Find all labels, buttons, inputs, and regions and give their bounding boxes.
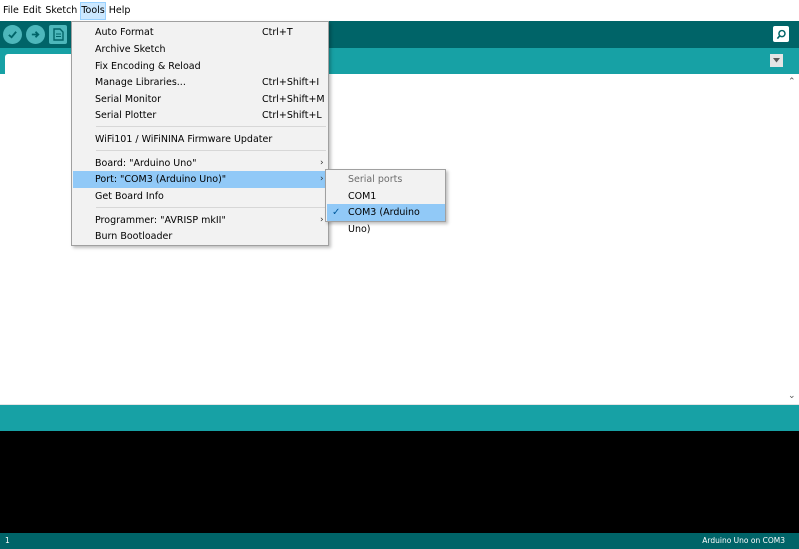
- menu-item-auto-format[interactable]: Auto Format Ctrl+T: [73, 24, 327, 41]
- menu-item-port[interactable]: Port: "COM3 (Arduino Uno)" ›: [73, 171, 327, 188]
- menu-item-label: Fix Encoding & Reload: [95, 61, 201, 72]
- submenu-item-label: COM1: [348, 191, 377, 202]
- menu-item-label: Programmer: "AVRISP mkII": [95, 215, 226, 226]
- menu-separator: [96, 126, 326, 127]
- menu-item-manage-libraries[interactable]: Manage Libraries... Ctrl+Shift+I: [73, 74, 327, 91]
- menu-item-shortcut: Ctrl+Shift+I: [262, 77, 320, 88]
- board-port-status: Arduino Uno on COM3: [702, 536, 785, 545]
- status-bar: 1 Arduino Uno on COM3: [0, 533, 799, 549]
- serial-monitor-button[interactable]: [773, 26, 789, 42]
- verify-button[interactable]: [3, 25, 22, 44]
- scroll-up-icon[interactable]: ⌃: [788, 77, 796, 87]
- chevron-right-icon: ›: [320, 158, 324, 168]
- submenu-header-serial-ports: Serial ports: [327, 171, 445, 188]
- message-bar: [0, 404, 799, 431]
- upload-button[interactable]: [26, 25, 45, 44]
- menu-edit[interactable]: Edit: [22, 2, 42, 20]
- submenu-item-label: COM3 (Arduino Uno): [348, 207, 420, 235]
- editor-scrollbar[interactable]: ⌃ ⌄: [786, 74, 799, 404]
- menu-separator: [96, 150, 326, 151]
- menu-item-board-info[interactable]: Get Board Info: [73, 188, 327, 205]
- menu-item-label: Get Board Info: [95, 191, 164, 202]
- menu-item-label: WiFi101 / WiFiNINA Firmware Updater: [95, 134, 273, 145]
- submenu-item-com1[interactable]: COM1: [327, 188, 445, 205]
- submenu-item-com3[interactable]: ✓ COM3 (Arduino Uno): [327, 204, 445, 235]
- menu-bar: File Edit Sketch Tools Help: [0, 0, 799, 21]
- menu-separator: [96, 207, 326, 208]
- menu-item-shortcut: Ctrl+Shift+L: [262, 110, 322, 121]
- menu-item-board[interactable]: Board: "Arduino Uno" ›: [73, 155, 327, 172]
- upload-icon: [31, 31, 40, 38]
- menu-item-shortcut: Ctrl+Shift+M: [262, 94, 325, 105]
- menu-help[interactable]: Help: [108, 2, 132, 20]
- menu-item-label: Auto Format: [95, 27, 154, 38]
- tab-menu-button[interactable]: [770, 54, 783, 67]
- scroll-down-icon[interactable]: ⌄: [788, 391, 796, 401]
- menu-item-label: Port: "COM3 (Arduino Uno)": [95, 174, 227, 185]
- menu-item-label: Board: "Arduino Uno": [95, 158, 197, 169]
- menu-item-burn-bootloader[interactable]: Burn Bootloader: [73, 228, 327, 245]
- checkmark-icon: ✓: [332, 207, 341, 218]
- menu-item-shortcut: Ctrl+T: [262, 27, 293, 38]
- menu-item-firmware-updater[interactable]: WiFi101 / WiFiNINA Firmware Updater: [73, 131, 327, 148]
- submenu-header-label: Serial ports: [348, 174, 403, 185]
- menu-item-serial-plotter[interactable]: Serial Plotter Ctrl+Shift+L: [73, 107, 327, 124]
- line-number: 1: [5, 536, 10, 545]
- menu-item-label: Archive Sketch: [95, 44, 166, 55]
- tools-menu: Auto Format Ctrl+T Archive Sketch Fix En…: [71, 21, 329, 246]
- console-output[interactable]: [0, 431, 799, 533]
- menu-item-label: Manage Libraries...: [95, 77, 186, 88]
- menu-item-archive-sketch[interactable]: Archive Sketch: [73, 41, 327, 58]
- menu-item-label: Serial Plotter: [95, 110, 157, 121]
- verify-icon: [8, 31, 17, 39]
- chevron-right-icon: ›: [320, 174, 324, 184]
- chevron-down-icon: [773, 58, 780, 63]
- port-submenu: Serial ports COM1 ✓ COM3 (Arduino Uno): [325, 169, 446, 235]
- menu-file[interactable]: File: [2, 2, 20, 20]
- menu-item-label: Serial Monitor: [95, 94, 162, 105]
- menu-sketch[interactable]: Sketch: [44, 2, 78, 20]
- sketch-tab[interactable]: [5, 54, 75, 74]
- chevron-right-icon: ›: [320, 215, 324, 225]
- serial-monitor-icon: [776, 29, 786, 39]
- new-sketch-button[interactable]: [49, 25, 67, 44]
- menu-item-programmer[interactable]: Programmer: "AVRISP mkII" ›: [73, 212, 327, 229]
- menu-tools[interactable]: Tools: [80, 1, 106, 20]
- new-sketch-icon: [52, 28, 64, 41]
- menu-item-serial-monitor[interactable]: Serial Monitor Ctrl+Shift+M: [73, 91, 327, 108]
- menu-item-fix-encoding[interactable]: Fix Encoding & Reload: [73, 58, 327, 75]
- menu-item-label: Burn Bootloader: [95, 231, 173, 242]
